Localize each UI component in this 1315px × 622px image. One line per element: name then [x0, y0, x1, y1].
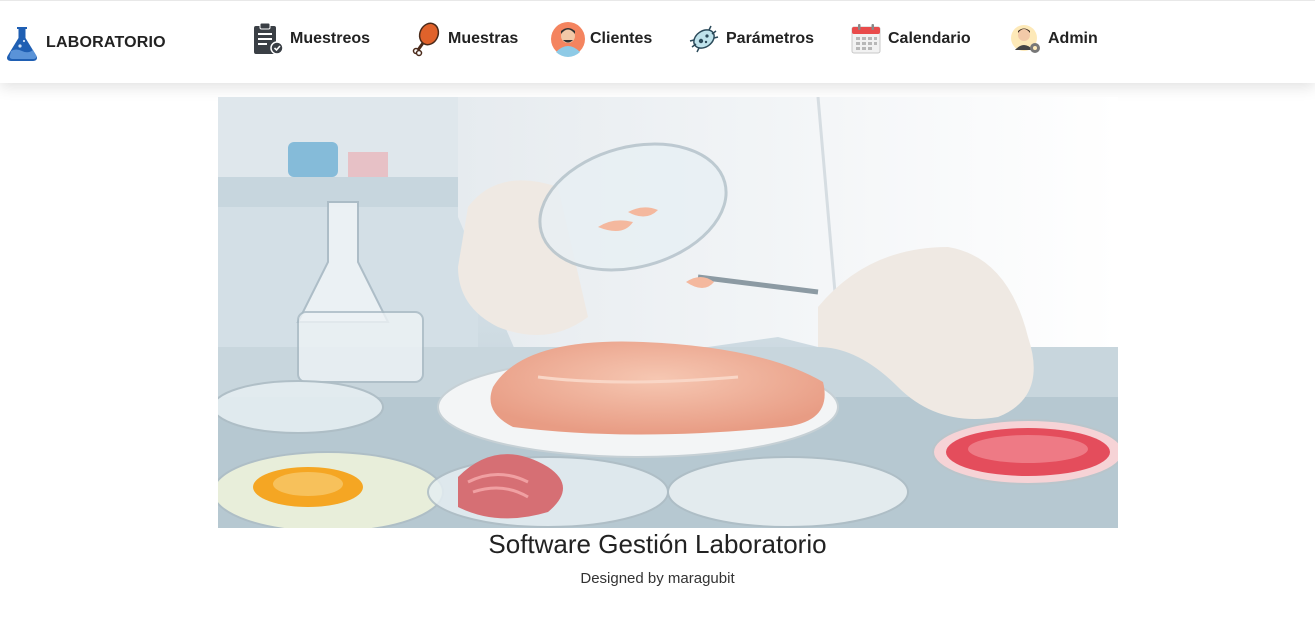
flask-icon [6, 27, 38, 61]
drumstick-icon [412, 22, 440, 57]
nav-item-parametros[interactable]: Parámetros [686, 21, 814, 57]
hero-image [218, 97, 1118, 528]
admin-avatar-icon [1011, 25, 1040, 53]
nav-item-muestreos[interactable]: Muestreos [250, 21, 370, 57]
nav-item-clientes[interactable]: Clientes [550, 21, 652, 57]
nav-label-calendario: Calendario [888, 30, 971, 47]
page-title: Software Gestión Laboratorio [488, 529, 827, 559]
brand-label: LABORATORIO [46, 34, 166, 51]
nav-label-muestras: Muestras [448, 30, 519, 47]
clipboard-icon [254, 22, 284, 55]
brand-link[interactable]: LABORATORIO [4, 23, 166, 63]
calendar-icon [851, 24, 881, 54]
nav-item-admin[interactable]: Admin [1008, 21, 1098, 57]
nav-label-parametros: Parámetros [726, 30, 815, 47]
nav-item-calendario[interactable]: Calendario [848, 21, 971, 57]
page-subtitle: Designed by maragubit [580, 570, 735, 587]
top-navbar: LABORATORIO Muestreos Muestras Clientes … [0, 0, 1315, 83]
nav-label-muestreos: Muestreos [290, 30, 371, 47]
nav-label-admin: Admin [1048, 30, 1098, 47]
lab-food-sample-photo [218, 97, 1118, 528]
user-avatar-icon [551, 22, 585, 57]
bacteria-icon [689, 25, 719, 53]
nav-item-muestras[interactable]: Muestras [408, 21, 518, 57]
nav-label-clientes: Clientes [590, 30, 653, 47]
